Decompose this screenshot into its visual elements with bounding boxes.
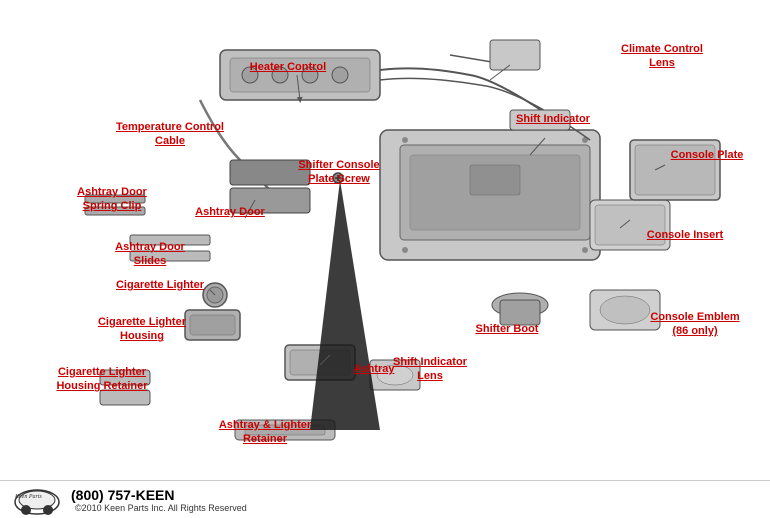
label-temperature-control-cable: Temperature Control Cable bbox=[115, 120, 225, 149]
label-ashtray-door-spring-clip: Ashtray Door Spring Clip bbox=[62, 185, 162, 214]
label-heater-control: Heater Control bbox=[238, 60, 338, 74]
label-climate-control-lens: Climate Control Lens bbox=[612, 42, 712, 71]
diagram-container: Climate Control Lens Heater Control Shif… bbox=[0, 0, 770, 518]
footer: Keen Parts (800) 757-KEEN ©2010 Keen Par… bbox=[0, 480, 770, 518]
label-console-plate: Console Plate bbox=[662, 148, 752, 162]
label-shifter-console-plate-screw: Shifter Console Plate Screw bbox=[284, 158, 394, 187]
label-cigarette-lighter: Cigarette Lighter bbox=[110, 278, 210, 292]
label-console-insert: Console Insert bbox=[640, 228, 730, 242]
footer-copyright: ©2010 Keen Parts Inc. All Rights Reserve… bbox=[75, 503, 247, 513]
label-ashtray-door-slides: Ashtray Door Slides bbox=[100, 240, 200, 269]
label-console-emblem: Console Emblem (86 only) bbox=[650, 310, 740, 339]
label-ashtray-door: Ashtray Door bbox=[195, 205, 265, 219]
footer-phone: (800) 757-KEEN bbox=[71, 487, 247, 503]
label-shift-indicator: Shift Indicator bbox=[508, 112, 598, 126]
label-cigarette-lighter-housing: Cigarette Lighter Housing bbox=[87, 315, 197, 344]
label-cigarette-lighter-housing-retainer: Cigarette Lighter Housing Retainer bbox=[52, 365, 152, 394]
label-shift-indicator-lens: Shift Indicator Lens bbox=[390, 355, 470, 384]
label-ashtray-lighter-retainer: Ashtray & Lighter Retainer bbox=[215, 418, 315, 447]
svg-text:Keen Parts: Keen Parts bbox=[14, 494, 42, 500]
keen-parts-logo-icon: Keen Parts bbox=[10, 482, 65, 517]
label-shifter-boot: Shifter Boot bbox=[472, 322, 542, 336]
